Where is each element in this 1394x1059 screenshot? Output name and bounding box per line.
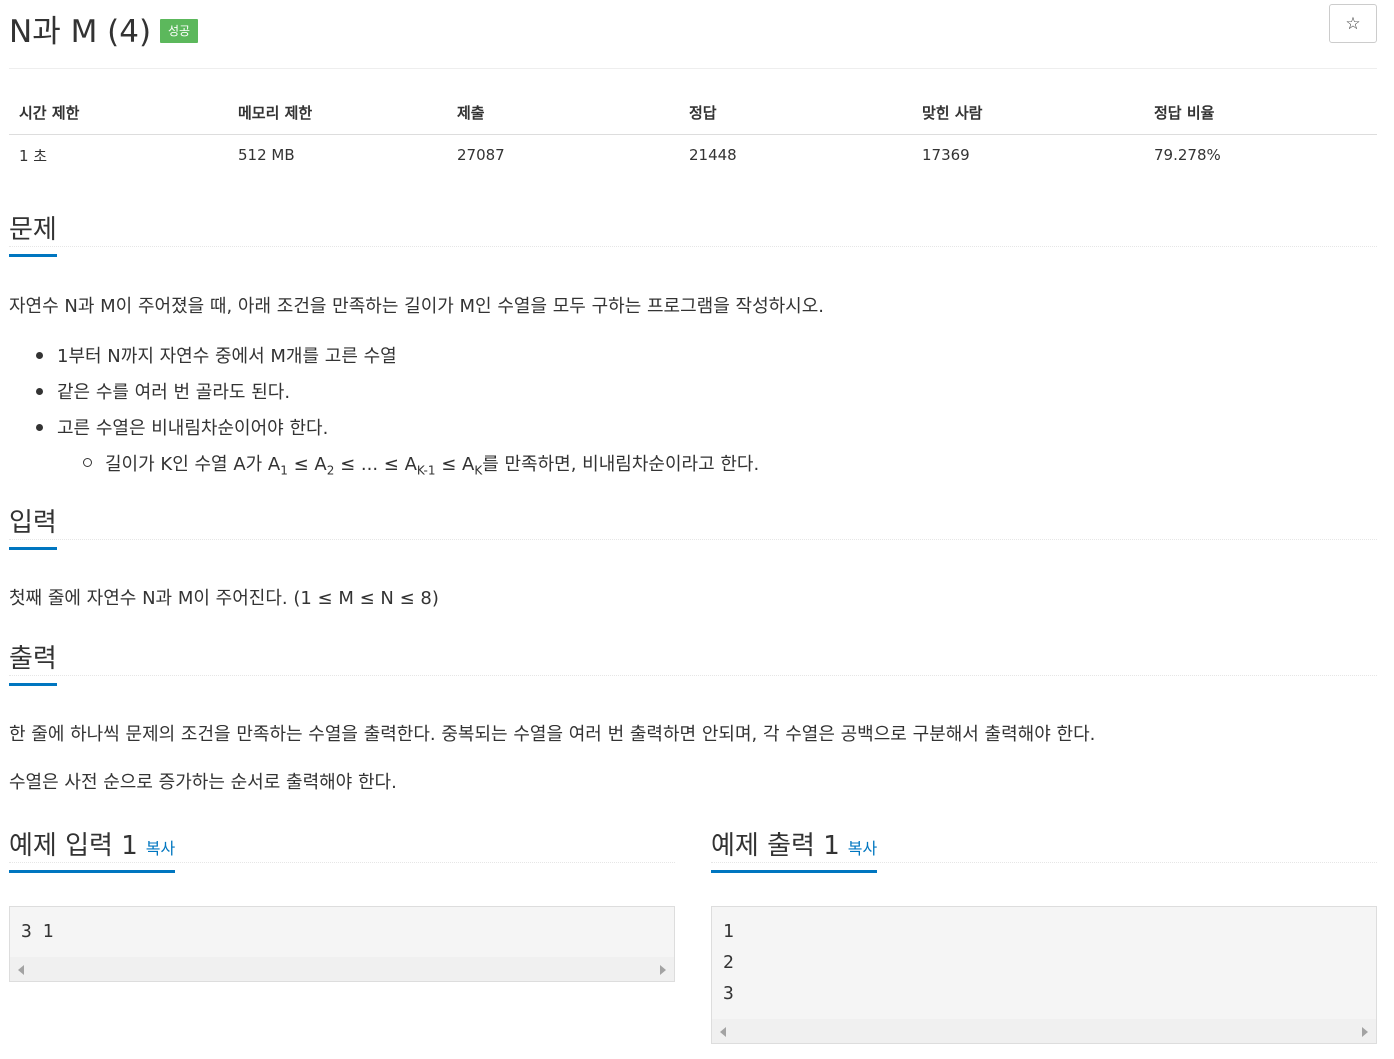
page-title: N과 M (4) bbox=[9, 14, 152, 50]
sample-input-box[interactable]: 3 1 bbox=[9, 906, 675, 982]
input-section-header: 입력 bbox=[9, 508, 1377, 550]
stats-accepted: 21448 bbox=[689, 146, 737, 165]
stats-header-memory-limit: 메모리 제한 bbox=[228, 91, 447, 135]
sample-output-scrollbar[interactable] bbox=[712, 1019, 1376, 1043]
description-title: 문제 bbox=[9, 215, 57, 257]
stats-ratio: 79.278% bbox=[1154, 146, 1221, 165]
sample-output-box[interactable]: 1 2 3 bbox=[711, 906, 1377, 1044]
input-text: 첫째 줄에 자연수 N과 M이 주어진다. (1 ≤ M ≤ N ≤ 8) bbox=[9, 588, 439, 609]
output-text: 한 줄에 하나씩 문제의 조건을 만족하는 수열을 출력한다. 중복되는 수열을… bbox=[9, 724, 1096, 745]
stats-submissions: 27087 bbox=[457, 146, 505, 165]
scroll-right-icon[interactable] bbox=[1362, 1027, 1368, 1037]
scroll-right-icon[interactable] bbox=[660, 965, 666, 975]
stats-header-row: 시간 제한 메모리 제한 제출 정답 맞힌 사람 정답 비율 bbox=[9, 91, 1377, 135]
output-section-header: 출력 bbox=[9, 644, 1377, 686]
copy-sample-input-link[interactable]: 복사 bbox=[146, 839, 175, 858]
sample-input-content: 3 1 bbox=[21, 921, 54, 942]
condition-item: 고른 수열은 비내림차순이어야 한다. bbox=[57, 418, 329, 439]
condition-item: 1부터 N까지 자연수 중에서 M개를 고른 수열 bbox=[57, 346, 397, 367]
output-title: 출력 bbox=[9, 644, 57, 686]
scroll-left-icon[interactable] bbox=[720, 1027, 726, 1037]
status-badge: 성공 bbox=[160, 19, 199, 43]
problem-stats-table: 시간 제한 메모리 제한 제출 정답 맞힌 사람 정답 비율 1 초 512 M… bbox=[9, 91, 1377, 176]
stats-solvers: 17369 bbox=[922, 146, 970, 165]
sample-output-title: 예제 출력 1 복사 bbox=[711, 831, 878, 873]
star-icon: ☆ bbox=[1345, 13, 1361, 34]
input-title: 입력 bbox=[9, 508, 57, 550]
copy-sample-output-link[interactable]: 복사 bbox=[848, 839, 877, 858]
problem-header: N과 M (4) 성공 ☆ bbox=[9, 0, 1377, 69]
condition-item: 같은 수를 여러 번 골라도 된다. bbox=[57, 382, 291, 403]
favorite-button[interactable]: ☆ bbox=[1329, 4, 1377, 43]
sample-input-header: 예제 입력 1 복사 bbox=[9, 831, 675, 873]
description-section-header: 문제 bbox=[9, 215, 1377, 257]
sample-input-scrollbar[interactable] bbox=[10, 957, 674, 981]
scroll-left-icon[interactable] bbox=[18, 965, 24, 975]
sample-output-header: 예제 출력 1 복사 bbox=[711, 831, 1377, 873]
stats-header-time-limit: 시간 제한 bbox=[9, 91, 228, 135]
sample-input-title: 예제 입력 1 복사 bbox=[9, 831, 176, 873]
stats-memory-limit: 512 MB bbox=[238, 146, 295, 165]
stats-header-ratio: 정답 비율 bbox=[1144, 91, 1377, 135]
stats-header-solvers: 맞힌 사람 bbox=[912, 91, 1144, 135]
stats-header-accepted: 정답 bbox=[679, 91, 912, 135]
output-order-text: 수열은 사전 순으로 증가하는 순서로 출력해야 한다. bbox=[9, 772, 397, 793]
sample-output-content: 1 2 3 bbox=[723, 921, 734, 1004]
condition-sub-item: 길이가 K인 수열 A가 A1 ≤ A2 ≤ ... ≤ AK-1 ≤ AK를 … bbox=[105, 454, 760, 478]
stats-time-limit: 1 초 bbox=[19, 146, 48, 165]
stats-value-row: 1 초 512 MB 27087 21448 17369 79.278% bbox=[9, 134, 1377, 176]
description-text: 자연수 N과 M이 주어졌을 때, 아래 조건을 만족하는 길이가 M인 수열을… bbox=[9, 296, 825, 317]
stats-header-submissions: 제출 bbox=[447, 91, 679, 135]
